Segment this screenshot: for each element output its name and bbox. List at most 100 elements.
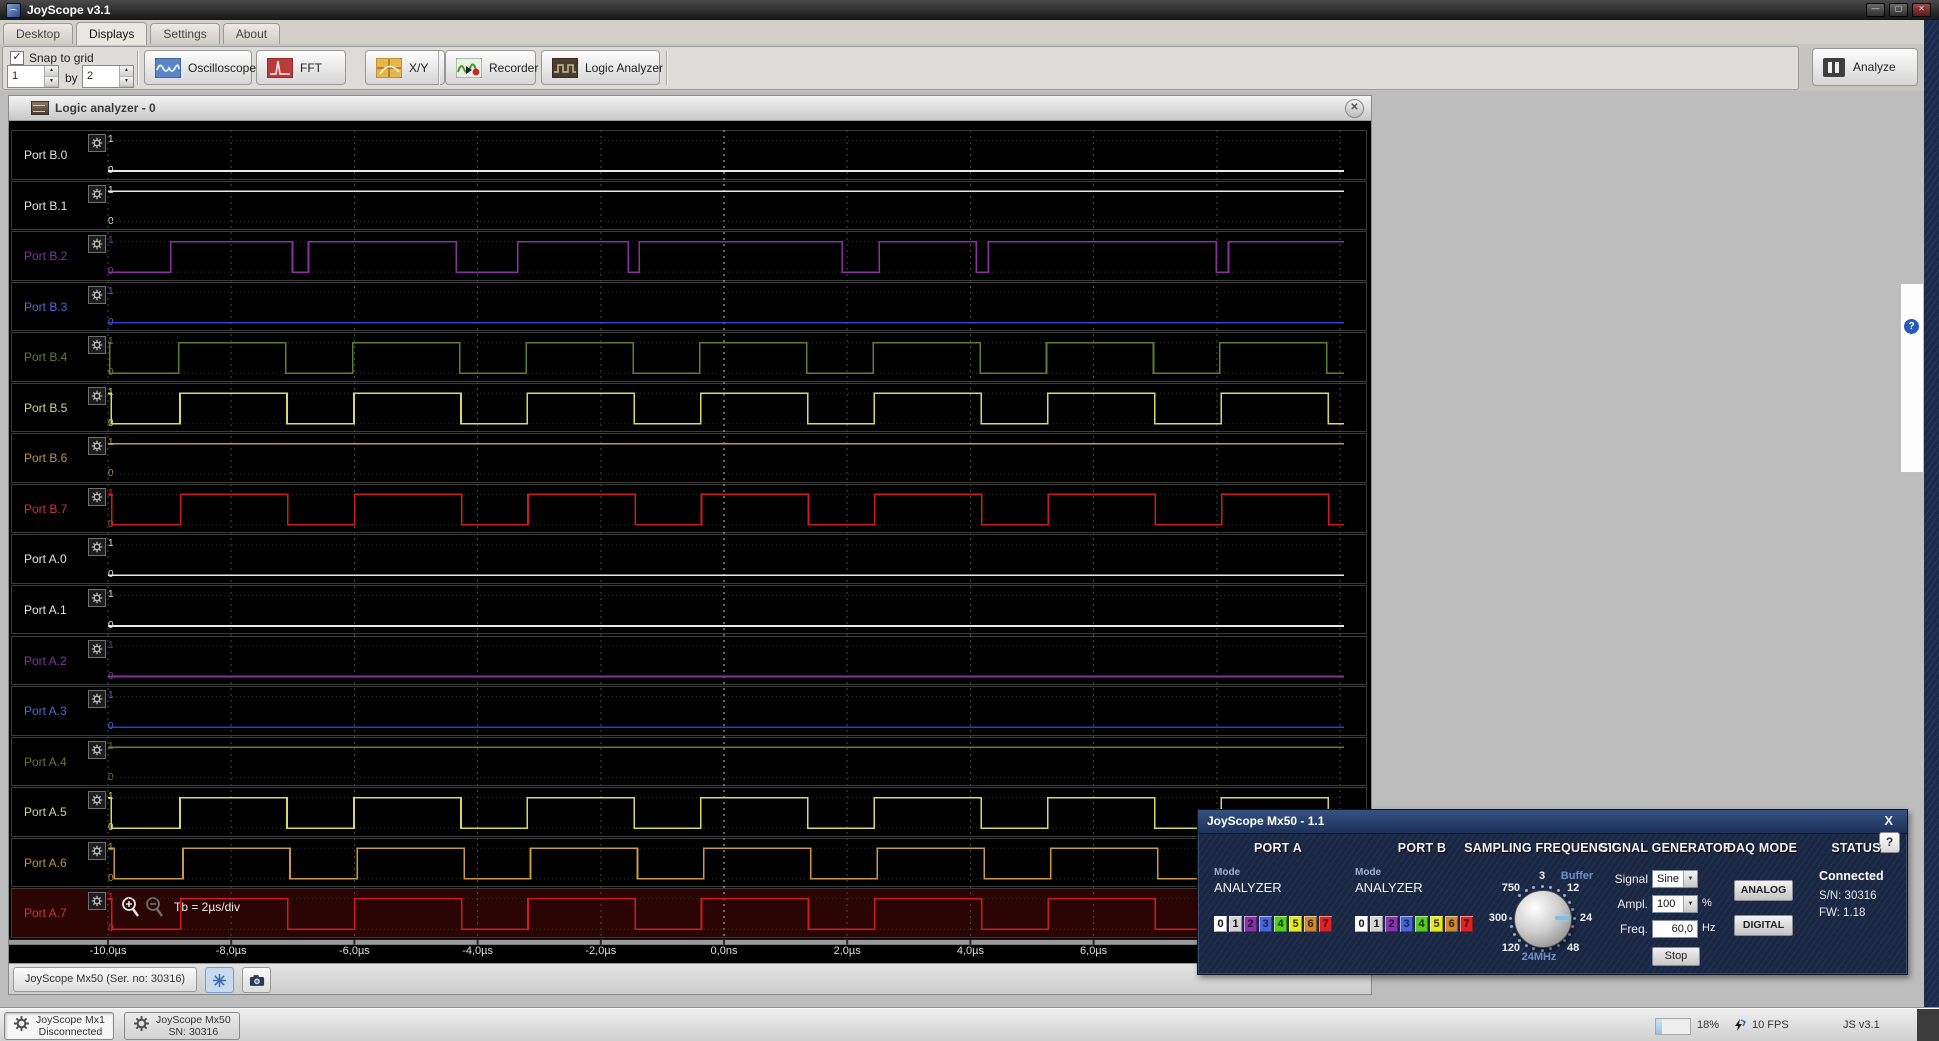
channel-lane-port-a-1[interactable]: Port A.110 <box>11 585 1367 635</box>
port-b-channel-4-button[interactable]: 4 <box>1415 916 1428 932</box>
time-tick-label: -4,0µs <box>462 945 493 957</box>
gear-icon[interactable] <box>88 185 106 203</box>
gear-icon[interactable] <box>88 134 106 152</box>
maximize-button[interactable]: ▢ <box>1889 3 1908 17</box>
minimize-button[interactable]: — <box>1866 3 1885 17</box>
channel-lane-port-b-6[interactable]: Port B.610 <box>11 433 1367 483</box>
mx50-titlebar[interactable]: JoyScope Mx50 - 1.1 X <box>1198 810 1907 834</box>
freeze-button[interactable] <box>205 967 234 993</box>
channel-label: Port A.0 <box>24 552 67 566</box>
gear-icon[interactable] <box>88 488 106 506</box>
port-b-channel-2-button[interactable]: 2 <box>1385 916 1398 932</box>
tab-desktop[interactable]: Desktop <box>3 23 73 45</box>
gear-icon[interactable] <box>88 892 106 910</box>
tab-displays[interactable]: Displays <box>76 22 147 45</box>
channel-lane-port-b-0[interactable]: Port B.010 <box>11 130 1367 180</box>
gear-icon[interactable] <box>88 336 106 354</box>
channel-lane-port-b-2[interactable]: Port B.210 <box>11 231 1367 281</box>
gear-icon[interactable] <box>88 741 106 759</box>
close-button[interactable]: ✕ <box>1912 3 1931 17</box>
gear-icon[interactable] <box>88 286 106 304</box>
help-icon[interactable]: ? <box>1904 319 1919 334</box>
tab-about[interactable]: About <box>223 23 280 45</box>
analog-button[interactable]: ANALOG <box>1734 880 1793 901</box>
port-b-channel-0-button[interactable]: 0 <box>1355 916 1368 932</box>
stop-button[interactable]: Stop <box>1652 947 1700 966</box>
channel-lane-port-b-3[interactable]: Port B.310 <box>11 282 1367 332</box>
siggen-value: 100 <box>1653 898 1683 910</box>
gear-icon[interactable] <box>88 538 106 556</box>
channel-lane-port-a-3[interactable]: Port A.310 <box>11 686 1367 736</box>
channel-lane-port-a-7[interactable]: Port A.710Tb = 2µs/div <box>11 888 1367 938</box>
tab-settings[interactable]: Settings <box>150 23 219 45</box>
channel-lane-port-b-4[interactable]: Port B.410 <box>11 332 1367 382</box>
grid-rows-stepper[interactable]: 1 ▲▼ <box>7 65 59 88</box>
version-label: JS v3.1 <box>1843 1019 1880 1031</box>
snapshot-button[interactable] <box>242 967 271 993</box>
fft-button[interactable]: FFT <box>256 50 346 85</box>
grid-cols-stepper[interactable]: 2 ▲▼ <box>82 65 134 88</box>
digital-button[interactable]: DIGITAL <box>1734 915 1793 936</box>
gear-icon[interactable] <box>88 589 106 607</box>
device-status: Disconnected <box>36 1026 105 1038</box>
grid-rows-value: 1 <box>8 66 44 87</box>
device-select-button[interactable]: JoyScope Mx50 (Ser. no: 30316) <box>13 967 197 992</box>
siggen-ampl-dropdown[interactable]: 100▼ <box>1652 895 1698 913</box>
channel-lane-port-a-6[interactable]: Port A.610 <box>11 838 1367 888</box>
channel-lane-port-a-2[interactable]: Port A.210 <box>11 636 1367 686</box>
zoom-out-icon[interactable] <box>144 896 164 918</box>
level-high-label: 1 <box>108 437 114 448</box>
port-a-channel-0-button[interactable]: 0 <box>1214 916 1227 932</box>
port-b-channel-3-button[interactable]: 3 <box>1400 916 1413 932</box>
gear-icon[interactable] <box>88 437 106 455</box>
dial-label-48: 48 <box>1567 942 1579 954</box>
channel-label: Port A.1 <box>24 603 67 617</box>
x-y-button[interactable]: X/Y <box>365 50 445 85</box>
logic-analyzer-titlebar[interactable]: Logic analyzer - 0 <box>9 96 1371 121</box>
channel-lane-port-a-0[interactable]: Port A.010 <box>11 534 1367 584</box>
channel-lane-port-b-1[interactable]: Port B.110 <box>11 181 1367 231</box>
gear-icon[interactable] <box>88 387 106 405</box>
gear-icon <box>13 1015 30 1037</box>
port-a-channel-4-button[interactable]: 4 <box>1274 916 1287 932</box>
gear-icon[interactable] <box>88 640 106 658</box>
snap-to-grid-checkbox[interactable]: ✓ <box>10 51 24 65</box>
button-label: FFT <box>300 61 322 75</box>
gear-icon[interactable] <box>88 235 106 253</box>
channel-lane-port-a-5[interactable]: Port A.510 <box>11 787 1367 837</box>
port-b-channel-7-button[interactable]: 7 <box>1460 916 1473 932</box>
channel-lane-port-b-5[interactable]: Port B.510 <box>11 383 1367 433</box>
siggen-value: Sine <box>1653 873 1683 885</box>
port-b-channel-6-button[interactable]: 6 <box>1445 916 1458 932</box>
port-a-channel-5-button[interactable]: 5 <box>1289 916 1302 932</box>
channel-lane-port-a-4[interactable]: Port A.410 <box>11 737 1367 787</box>
oscilloscope-button[interactable]: Oscilloscope <box>144 50 252 85</box>
channel-label: Port B.3 <box>24 300 67 314</box>
siggen-freq-input[interactable]: 60,0 <box>1652 920 1698 938</box>
port-a-channel-6-button[interactable]: 6 <box>1304 916 1317 932</box>
gear-icon[interactable] <box>88 842 106 860</box>
logic-analyzer-button[interactable]: Logic Analyzer <box>541 50 660 85</box>
siggen-signal-dropdown[interactable]: Sine▼ <box>1652 870 1698 888</box>
dial-dot <box>1532 947 1535 950</box>
channel-lane-port-b-7[interactable]: Port B.710 <box>11 484 1367 534</box>
port-b-channel-5-button[interactable]: 5 <box>1430 916 1443 932</box>
port-a-channel-1-button[interactable]: 1 <box>1229 916 1242 932</box>
close-icon[interactable]: ✕ <box>1345 99 1364 118</box>
port-a-channel-7-button[interactable]: 7 <box>1319 916 1332 932</box>
gear-icon[interactable] <box>88 690 106 708</box>
help-button[interactable]: ? <box>1879 832 1900 853</box>
device-button-joyscope-mx1[interactable]: JoyScope Mx1Disconnected <box>4 1012 114 1040</box>
time-tick-label: 4,0µs <box>957 945 984 957</box>
gear-icon[interactable] <box>88 791 106 809</box>
device-button-joyscope-mx50[interactable]: JoyScope Mx50SN: 30316 <box>124 1012 240 1040</box>
recorder-button[interactable]: Recorder <box>445 50 536 85</box>
analyze-button[interactable]: Analyze <box>1812 48 1918 86</box>
port-a-channel-3-button[interactable]: 3 <box>1259 916 1272 932</box>
port-b-channel-1-button[interactable]: 1 <box>1370 916 1383 932</box>
stepper-arrows[interactable]: ▲▼ <box>119 66 133 87</box>
zoom-in-icon[interactable] <box>120 896 140 918</box>
stepper-arrows[interactable]: ▲▼ <box>44 66 58 87</box>
port-a-channel-2-button[interactable]: 2 <box>1244 916 1257 932</box>
close-icon[interactable]: X <box>1884 813 1893 828</box>
